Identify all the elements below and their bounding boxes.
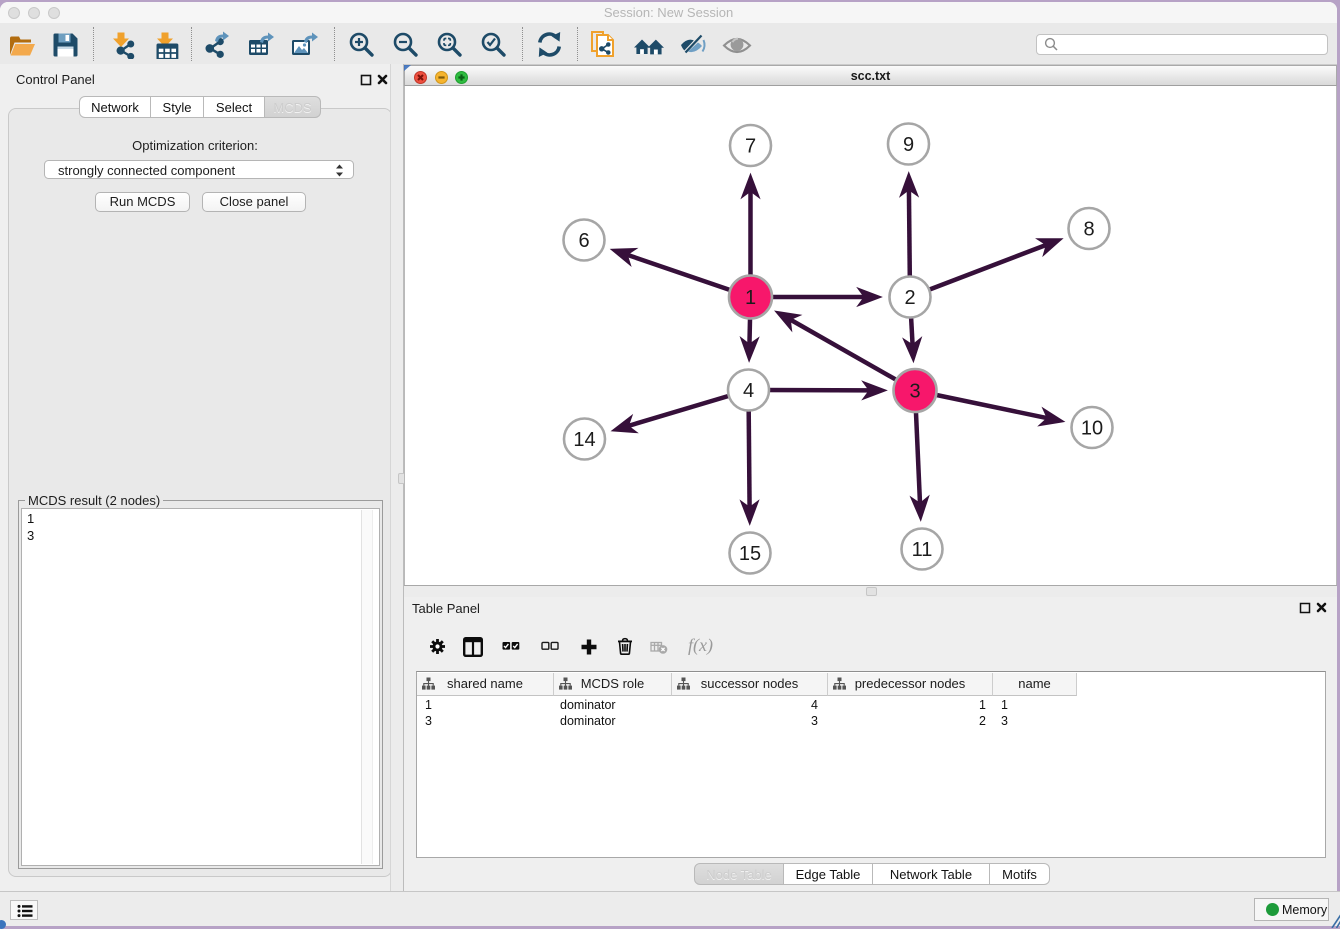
svg-text:3: 3: [909, 381, 920, 403]
svg-text:11: 11: [912, 539, 933, 561]
svg-text:10: 10: [1081, 418, 1103, 440]
svg-text:9: 9: [903, 134, 914, 156]
svg-text:6: 6: [578, 230, 589, 252]
svg-text:2: 2: [904, 287, 915, 309]
svg-text:4: 4: [743, 380, 754, 402]
svg-text:14: 14: [573, 429, 595, 451]
svg-text:8: 8: [1083, 219, 1094, 241]
svg-text:7: 7: [745, 136, 756, 158]
svg-text:15: 15: [739, 543, 761, 565]
svg-text:f(x): f(x): [688, 635, 713, 656]
svg-text:1: 1: [745, 287, 756, 309]
